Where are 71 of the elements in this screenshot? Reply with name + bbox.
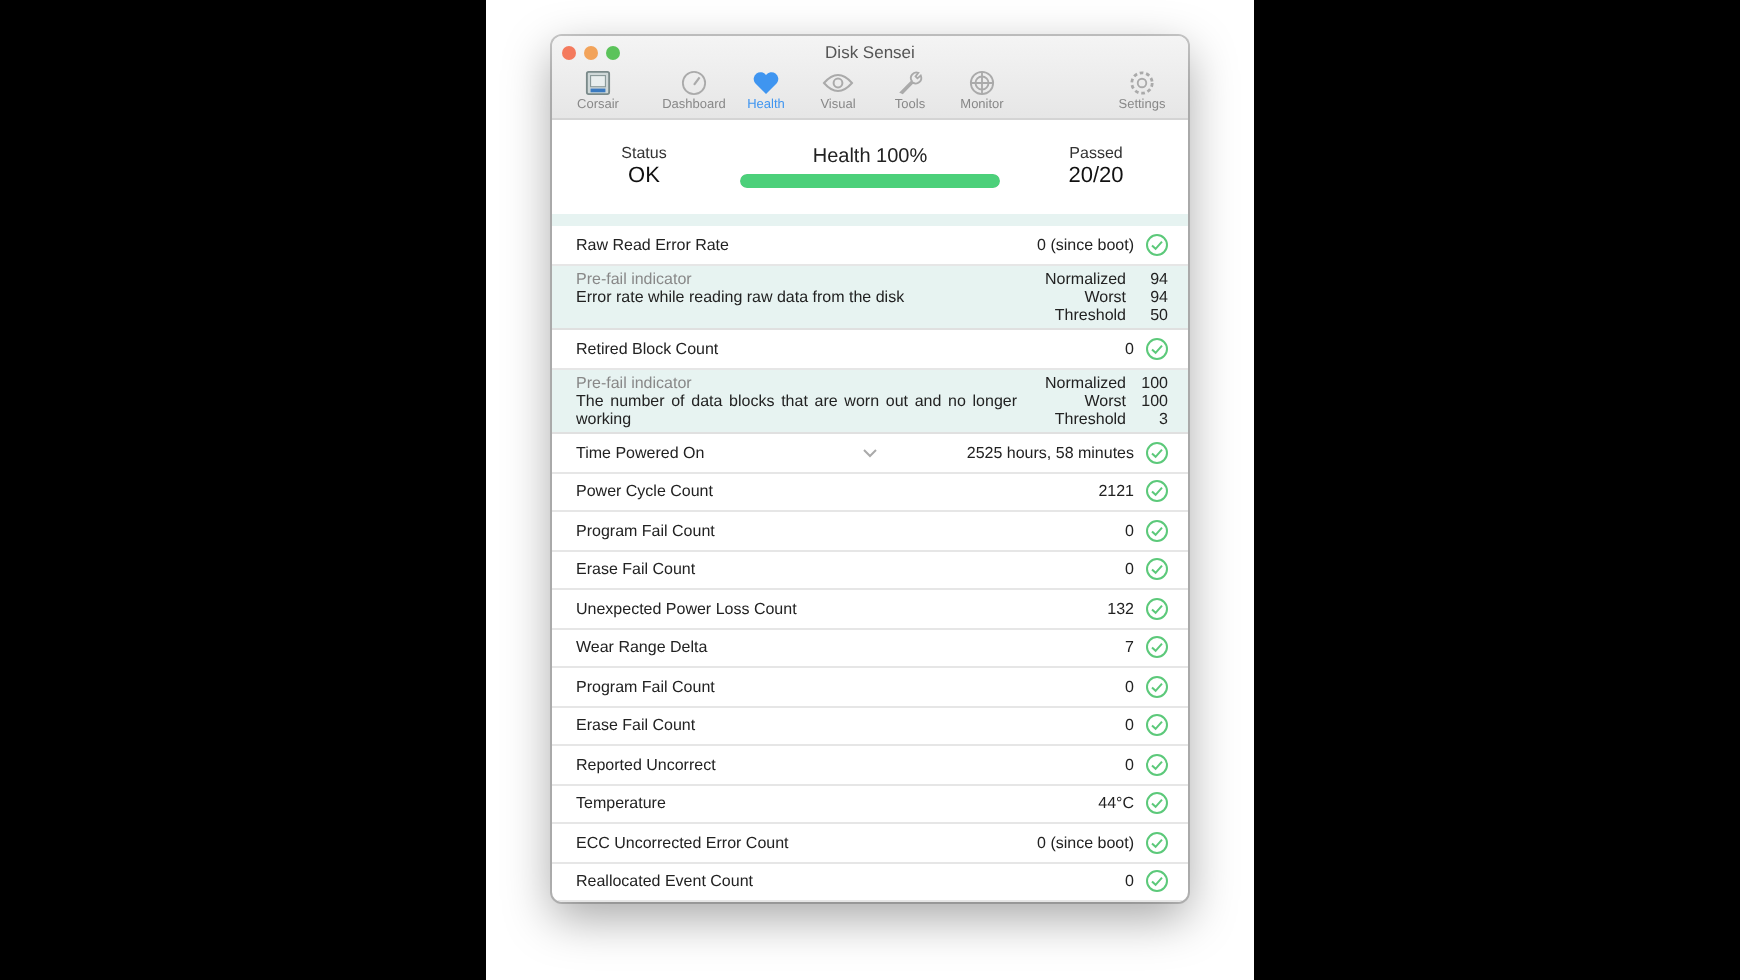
attribute-row[interactable]: Reallocated Event Count 0	[552, 863, 1188, 903]
window-title: Disk Sensei	[823, 42, 917, 62]
attribute-value: 0	[1125, 716, 1134, 735]
metric-value: 3	[1157, 410, 1168, 429]
metric-value: 94	[1148, 287, 1168, 306]
attribute-description: Error rate while reading raw data from the disk	[576, 287, 907, 306]
attribute-row[interactable]: Unexpected Power Loss Count 132	[552, 590, 1188, 630]
attribute-row[interactable]: ECC Uncorrected Error Count 0 (since boot)	[552, 824, 1188, 864]
metric-label: Normalized	[1045, 269, 1126, 288]
attribute-name: Program Fail Count	[576, 521, 717, 540]
metric-label: Normalized	[1045, 373, 1126, 392]
attribute-row[interactable]: Time Powered On 2525 hours, 58 minutes	[552, 434, 1188, 474]
indicator-label: Pre-fail indicator	[576, 373, 694, 392]
indicator-label: Pre-fail indicator	[576, 269, 694, 288]
metric-value: 100	[1139, 373, 1168, 392]
metric-value: 100	[1139, 391, 1168, 411]
attribute-name: Retired Block Count	[576, 339, 721, 358]
attribute-name: Time Powered On	[576, 443, 707, 462]
attribute-row[interactable]: Power Cycle Count 2121	[552, 473, 1188, 513]
metric-value: 50	[1148, 305, 1168, 325]
attribute-value: 0 (since boot)	[1037, 833, 1134, 852]
gauge-icon	[680, 70, 708, 96]
metric-label: Threshold	[1052, 410, 1126, 429]
attribute-name: Erase Fail Count	[576, 716, 698, 735]
metric-label: Threshold	[1052, 305, 1126, 325]
attribute-row[interactable]: Program Fail Count 0	[552, 512, 1188, 552]
attribute-value: 0	[1125, 560, 1134, 579]
attribute-row[interactable]: Reported Uncorrect 0	[552, 746, 1188, 786]
attribute-value: 2525 hours, 58 minutes	[966, 443, 1134, 462]
minimize-button[interactable]	[584, 45, 598, 59]
attribute-value: 0 (since boot)	[1037, 235, 1134, 254]
attribute-name: Unexpected Power Loss Count	[576, 599, 799, 618]
wrench-icon	[896, 70, 924, 96]
settings-icon	[1128, 70, 1156, 96]
attribute-name: Reported Uncorrect	[576, 755, 718, 774]
attribute-value: 0	[1125, 521, 1134, 540]
passed-label: Passed	[1069, 146, 1123, 164]
attribute-name: Program Fail Count	[576, 677, 717, 696]
attribute-value: 0	[1125, 339, 1134, 358]
attribute-value: 0	[1125, 755, 1134, 774]
attribute-value: 0	[1125, 872, 1134, 891]
attribute-row[interactable]: Wear Range Delta 7	[552, 629, 1188, 669]
attribute-value: 7	[1125, 638, 1134, 657]
attribute-name: Temperature	[576, 794, 668, 813]
attribute-name: ECC Uncorrected Error Count	[576, 833, 791, 852]
status-label: Status	[621, 146, 667, 164]
attribute-value: 132	[1107, 599, 1134, 618]
attribute-row[interactable]: Temperature 44°C	[552, 785, 1188, 825]
attribute-row[interactable]: Program Fail Count 0	[552, 668, 1188, 708]
zoom-button[interactable]	[606, 45, 620, 59]
attribute-value: 0	[1125, 677, 1134, 696]
attribute-name: Reallocated Event Count	[576, 872, 755, 891]
eye-icon	[822, 70, 854, 96]
attribute-name: Power Cycle Count	[576, 482, 715, 501]
attribute-value: 44°C	[1098, 794, 1134, 813]
attribute-name: Raw Read Error Rate	[576, 235, 731, 254]
attribute-row[interactable]: Erase Fail Count 0	[552, 551, 1188, 591]
attribute-row[interactable]: Erase Fail Count 0	[552, 707, 1188, 747]
health-label: Health 100%	[812, 146, 928, 168]
attribute-value: 2121	[1098, 482, 1134, 501]
passed-value: 20/20	[1068, 163, 1124, 188]
attribute-name: Wear Range Delta	[576, 638, 710, 657]
attribute-description: The number of data blocks that are worn out and no longer working	[576, 391, 1018, 429]
status-value: OK	[628, 163, 660, 188]
metric-value: 94	[1148, 269, 1168, 288]
metric-label: Worst	[1082, 287, 1126, 306]
close-button[interactable]	[562, 45, 576, 59]
attribute-name: Erase Fail Count	[576, 560, 698, 579]
heart-icon	[752, 70, 780, 96]
radar-icon	[968, 70, 996, 96]
metric-label: Worst	[1082, 391, 1126, 411]
